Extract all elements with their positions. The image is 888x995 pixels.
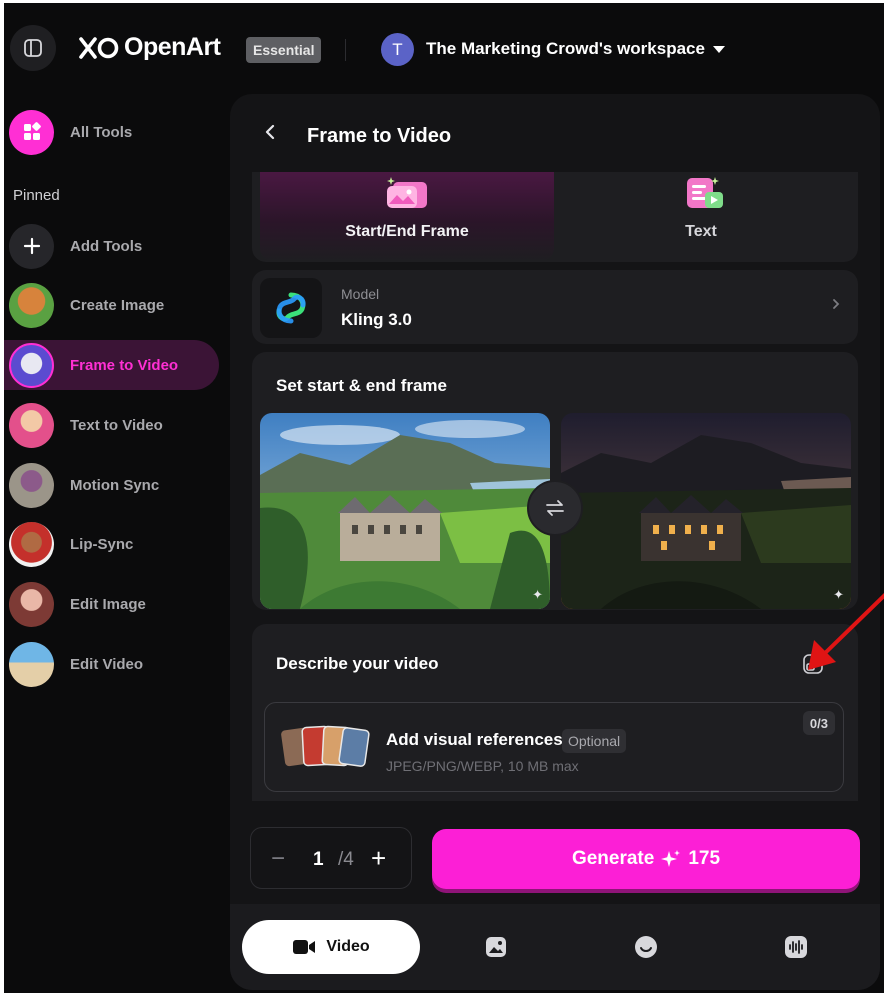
reference-thumbnails-icon <box>281 725 370 767</box>
sidebar-item-label: Add Tools <box>70 237 143 255</box>
kling-model-icon <box>260 278 322 338</box>
generate-button[interactable]: Generate 175 <box>432 829 860 889</box>
output-type-tabbar: Video <box>230 904 880 990</box>
stepper-value: 1 <box>313 849 324 870</box>
sidebar-item-edit-image[interactable]: Edit Image <box>4 579 219 629</box>
frame-to-video-panel: Frame to Video Start/End Frame Text Mode… <box>230 94 880 990</box>
sidebar-item-label: Motion Sync <box>70 476 160 494</box>
motion-sync-thumbnail <box>9 462 54 508</box>
start-end-frame-icon <box>387 177 427 208</box>
start-frame-image[interactable]: ✦ <box>260 413 550 609</box>
video-camera-icon <box>293 940 316 954</box>
sidebar-item-edit-video[interactable]: Edit Video <box>4 639 219 689</box>
plan-badge: Essential <box>246 37 322 63</box>
sidebar-item-create-image[interactable]: Create Image <box>4 280 219 330</box>
tab-text[interactable]: Text <box>554 172 848 262</box>
pinned-section-label: Pinned <box>13 187 60 204</box>
sidebar-item-add-tools[interactable]: Add Tools <box>4 221 219 271</box>
edit-image-thumbnail <box>9 581 54 627</box>
mode-selector: Start/End Frame Text <box>252 172 858 262</box>
logo-text: OpenArt <box>124 33 221 61</box>
chevron-right-icon <box>832 297 840 315</box>
tab-label: Video <box>326 938 370 955</box>
model-selector[interactable]: Model Kling 3.0 <box>252 270 858 344</box>
sidebar-item-label: Lip-Sync <box>70 535 134 553</box>
references-file-hint: JPEG/PNG/WEBP, 10 MB max <box>386 758 579 774</box>
sidebar-item-text-to-video[interactable]: Text to Video <box>4 400 219 450</box>
lip-sync-thumbnail <box>9 521 54 567</box>
sidebar-item-label: Text to Video <box>70 416 163 434</box>
model-caption: Model <box>341 286 380 302</box>
openart-logo-icon <box>79 36 119 59</box>
sidebar-item-label: Edit Video <box>70 655 144 673</box>
tab-start-end-frame[interactable]: Start/End Frame <box>260 172 554 262</box>
mode-label: Text <box>685 223 717 240</box>
frames-section: Set start & end frame ✦ ✦ <box>252 352 858 610</box>
swap-arrows-icon <box>546 500 564 516</box>
sidebar-toggle-button[interactable] <box>10 25 56 71</box>
references-title: Add visual references <box>386 730 563 749</box>
text-mode-icon <box>687 177 723 208</box>
sidebar-item-label: Create Image <box>70 296 165 314</box>
workspace-avatar[interactable]: T <box>381 33 414 66</box>
openart-logo[interactable]: OpenArt <box>78 33 221 62</box>
sidebar-item-label: Edit Image <box>70 595 146 613</box>
sidebar-panel-icon <box>24 39 42 57</box>
sidebar-item-motion-sync[interactable]: Motion Sync <box>4 460 219 510</box>
tab-image[interactable] <box>466 920 526 974</box>
describe-section: Describe your video Add visual reference… <box>252 624 858 824</box>
grid-icon <box>9 109 54 155</box>
sidebar-item-lip-sync[interactable]: Lip-Sync <box>4 519 219 569</box>
sidebar-item-label: Frame to Video <box>70 356 179 374</box>
workspace-name[interactable]: The Marketing Crowd's workspace <box>426 39 705 59</box>
decrement-button[interactable]: − <box>271 845 285 873</box>
face-icon <box>635 936 657 958</box>
edit-video-thumbnail <box>9 641 54 687</box>
header-divider <box>345 39 346 61</box>
model-value: Kling 3.0 <box>341 310 412 329</box>
tab-character[interactable] <box>616 920 676 974</box>
sidebar-item-all-tools[interactable]: All Tools <box>4 107 219 157</box>
generate-label: Generate <box>571 848 655 869</box>
image-icon <box>486 937 506 957</box>
tab-video[interactable]: Video <box>242 920 420 974</box>
plus-icon <box>9 223 54 269</box>
audio-wave-icon <box>785 936 807 958</box>
generate-cost: 175 <box>688 848 721 869</box>
references-count-badge: 0/3 <box>802 711 835 735</box>
sidebar-item-frame-to-video[interactable]: Frame to Video <box>4 340 219 390</box>
back-chevron-icon[interactable] <box>260 122 280 142</box>
create-image-thumbnail <box>9 282 54 328</box>
sparkle-icon: ✦ <box>532 587 543 602</box>
output-count-stepper: − 1 /4 + <box>250 827 412 889</box>
swap-frames-button[interactable] <box>527 480 583 536</box>
visual-references-dropzone[interactable]: Add visual references Optional JPEG/PNG/… <box>264 702 844 792</box>
describe-title: Describe your video <box>276 654 439 673</box>
frame-to-video-thumbnail <box>9 342 54 388</box>
workspace-dropdown-icon[interactable] <box>713 46 725 53</box>
panel-title: Frame to Video <box>307 125 452 147</box>
sidebar-item-label: All Tools <box>70 123 133 141</box>
mode-label: Start/End Frame <box>345 223 469 240</box>
stepper-total: /4 <box>338 849 354 870</box>
end-frame-image[interactable]: ✦ <box>561 413 851 609</box>
app-window: OpenArt Essential T The Marketing Crowd'… <box>4 3 884 993</box>
tab-audio[interactable] <box>766 920 826 974</box>
increment-button[interactable]: + <box>371 843 386 874</box>
optional-badge: Optional <box>562 729 627 753</box>
frames-title: Set start & end frame <box>276 376 447 395</box>
sparkle-credits-icon <box>661 850 681 867</box>
text-to-video-thumbnail <box>9 402 54 448</box>
annotation-arrow <box>808 593 884 670</box>
